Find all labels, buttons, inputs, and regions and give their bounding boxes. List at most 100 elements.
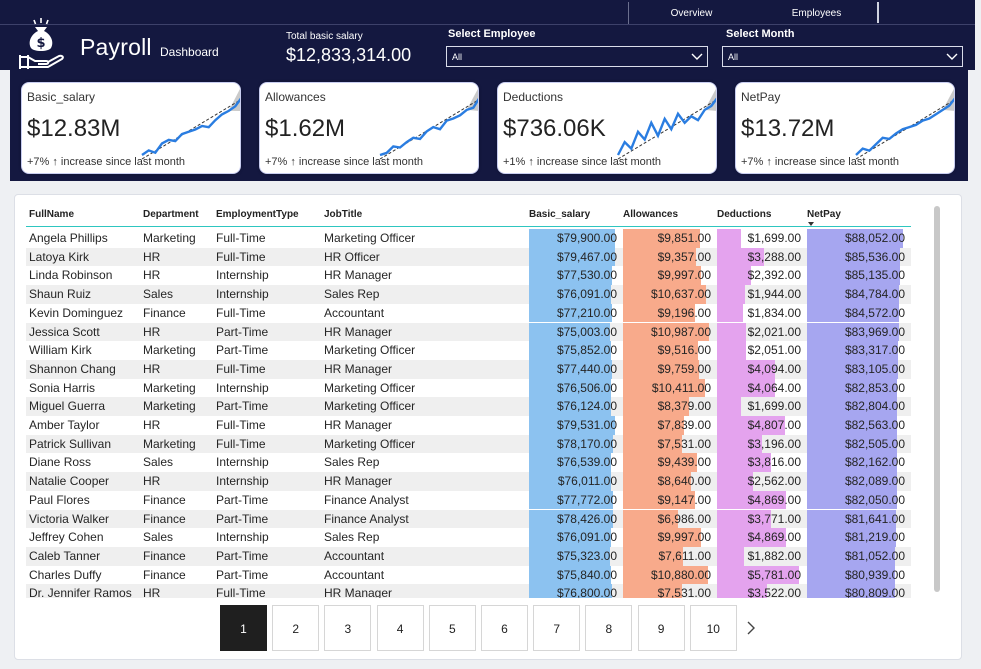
- month-dropdown[interactable]: All: [722, 46, 963, 67]
- column-header-netpay[interactable]: NetPay: [807, 209, 841, 226]
- page-button-7[interactable]: 7: [533, 605, 581, 651]
- cell-basic-salary: $76,091.00: [529, 528, 619, 547]
- cell-netpay: $82,853.00: [807, 378, 907, 398]
- cell-fullname: Diane Ross: [29, 455, 92, 470]
- cell-value: $77,530.00: [556, 268, 617, 283]
- table-row[interactable]: Natalie Cooper HR Internship HR Manager $76,…: [26, 472, 911, 491]
- page-button-10[interactable]: 10: [689, 605, 737, 651]
- page-button-9[interactable]: 9: [637, 605, 685, 651]
- table-row[interactable]: Diane Ross Sales Internship Sales Rep $76,53…: [26, 453, 911, 473]
- page-button-1[interactable]: 1: [220, 605, 267, 651]
- table-row[interactable]: Kevin Dominguez Finance Full-Time Accountan…: [26, 303, 911, 323]
- cell-value: $10,987.00: [650, 324, 711, 339]
- cell-department: Sales: [143, 530, 174, 545]
- kpi-card-allowances[interactable]: Allowances $1.62M +7% ↑ increase since las…: [259, 82, 479, 174]
- kpi-title: Allowances: [265, 90, 326, 104]
- employee-dropdown[interactable]: All: [446, 46, 708, 67]
- cell-allowances: $9,851.00: [623, 229, 713, 248]
- cell-allowances: $9,997.00: [623, 528, 713, 547]
- table-row[interactable]: Jeffrey Cohen Sales Internship Sales Rep $76…: [26, 528, 911, 547]
- chevron-down-icon: [691, 53, 703, 60]
- column-header-basic-salary[interactable]: Basic_salary: [529, 209, 590, 220]
- kpi-card-basic-salary[interactable]: Basic_salary $12.83M +7% ↑ increase since …: [21, 82, 241, 174]
- tab-overview[interactable]: Overview: [629, 2, 754, 24]
- cell-employmenttype: Internship: [216, 455, 269, 470]
- column-header-deductions[interactable]: Deductions: [717, 209, 771, 220]
- page-button-2[interactable]: 2: [272, 605, 320, 651]
- column-header-fullname[interactable]: FullName: [29, 209, 74, 220]
- table-row[interactable]: Victoria Walker Finance Part-Time Finance A…: [26, 509, 911, 529]
- column-header-employmenttype[interactable]: EmploymentType: [216, 209, 299, 220]
- cell-employmenttype: Part-Time: [216, 343, 269, 358]
- cell-value: $3,196.00: [747, 436, 801, 451]
- cell-value: $82,853.00: [844, 380, 905, 395]
- cell-value: $76,800.00: [556, 586, 617, 598]
- cell-netpay: $84,572.00: [807, 303, 907, 323]
- column-header-department[interactable]: Department: [143, 209, 199, 220]
- table-row[interactable]: Shaun Ruiz Sales Internship Sales Rep $76,09…: [26, 285, 911, 304]
- column-header-allowances[interactable]: Allowances: [623, 209, 678, 220]
- cell-netpay: $80,939.00: [807, 565, 907, 585]
- cell-department: HR: [143, 249, 161, 264]
- table-row[interactable]: Jessica Scott HR Part-Time HR Manager $75,00…: [26, 322, 911, 342]
- cell-value: $5,781.00: [747, 567, 801, 582]
- cell-value: $81,641.00: [844, 511, 905, 526]
- table-row[interactable]: Paul Flores Finance Part-Time Finance Analy…: [26, 490, 911, 510]
- cell-allowances: $7,839.00: [623, 416, 713, 435]
- employee-payroll-table: FullName Department EmploymentType JobTitle…: [26, 205, 911, 598]
- app-title: Payroll: [80, 34, 152, 60]
- cell-allowances: $6,986.00: [623, 509, 713, 529]
- page-button-4[interactable]: 4: [376, 605, 424, 651]
- table-row[interactable]: Charles Duffy Finance Part-Time Accountant $…: [26, 565, 911, 585]
- cell-value: $76,091.00: [556, 287, 617, 302]
- cell-jobtitle: HR Officer: [324, 249, 380, 264]
- page-button-3[interactable]: 3: [324, 605, 372, 651]
- cell-netpay: $84,784.00: [807, 285, 907, 304]
- tab-employees[interactable]: Employees: [754, 2, 879, 24]
- kpi-card-netpay[interactable]: NetPay $13.72M +7% ↑ increase since last m…: [735, 82, 955, 174]
- page-button-6[interactable]: 6: [481, 605, 528, 651]
- table-row[interactable]: Linda Robinson HR Internship HR Manager $77,…: [26, 266, 911, 286]
- data-bar: [717, 341, 747, 360]
- cell-allowances: $8,379.00: [623, 397, 713, 416]
- chevron-right-icon[interactable]: [744, 619, 758, 637]
- column-header-jobtitle[interactable]: JobTitle: [324, 209, 362, 220]
- kpi-sparkline: [379, 88, 478, 160]
- cell-deductions: $2,562.00: [717, 472, 803, 491]
- cell-allowances: $7,611.00: [623, 546, 713, 566]
- cell-employmenttype: Part-Time: [216, 492, 269, 507]
- cell-fullname: Shaun Ruiz: [29, 287, 92, 302]
- cell-value: $79,900.00: [556, 231, 617, 245]
- kpi-card-deductions[interactable]: Deductions $736.06K +1% ↑ increase since l…: [497, 82, 717, 174]
- cell-value: $82,162.00: [844, 455, 905, 470]
- table-row[interactable]: Patrick Sullivan Marketing Full-Time Market…: [26, 434, 911, 454]
- table-scrollbar[interactable]: [934, 206, 940, 592]
- cell-fullname: Caleb Tanner: [29, 548, 101, 563]
- cell-basic-salary: $78,170.00: [529, 434, 619, 454]
- table-row[interactable]: Sonia Harris Marketing Internship Marketing…: [26, 378, 911, 398]
- cell-department: HR: [143, 324, 161, 339]
- cell-employmenttype: Part-Time: [216, 511, 269, 526]
- cell-netpay: $83,317.00: [807, 341, 907, 360]
- page-button-5[interactable]: 5: [428, 605, 476, 651]
- table-row[interactable]: Shannon Chang HR Full-Time HR Manager $77,44…: [26, 359, 911, 379]
- cell-allowances: $7,531.00: [623, 584, 713, 598]
- cell-value: $84,572.00: [844, 305, 905, 320]
- cell-value: $10,411.00: [651, 380, 711, 395]
- table-row[interactable]: Caleb Tanner Finance Part-Time Accountant $7…: [26, 546, 911, 566]
- table-row[interactable]: Amber Taylor HR Full-Time HR Manager $79,531…: [26, 416, 911, 435]
- cell-deductions: $2,392.00: [717, 266, 803, 286]
- table-row[interactable]: Miguel Guerra Marketing Part-Time Marketing…: [26, 397, 911, 416]
- kpi-sparkline: [141, 88, 240, 160]
- table-row[interactable]: William Kirk Marketing Part-Time Marketing …: [26, 341, 911, 360]
- page-button-8[interactable]: 8: [585, 605, 633, 651]
- table-row[interactable]: Dr. Jennifer Ramos HR Full-Time HR Manager $…: [26, 584, 911, 598]
- cell-deductions: $1,882.00: [717, 546, 803, 566]
- cell-fullname: Patrick Sullivan: [29, 436, 112, 451]
- cell-value: $84,784.00: [844, 287, 905, 302]
- table-row[interactable]: Angela Phillips Marketing Full-Time Marketi…: [26, 229, 911, 248]
- cell-value: $81,052.00: [844, 548, 905, 563]
- data-bar: [717, 266, 751, 286]
- cell-allowances: $9,147.00: [623, 490, 713, 510]
- table-row[interactable]: Latoya Kirk HR Full-Time HR Officer $79,467.…: [26, 247, 911, 267]
